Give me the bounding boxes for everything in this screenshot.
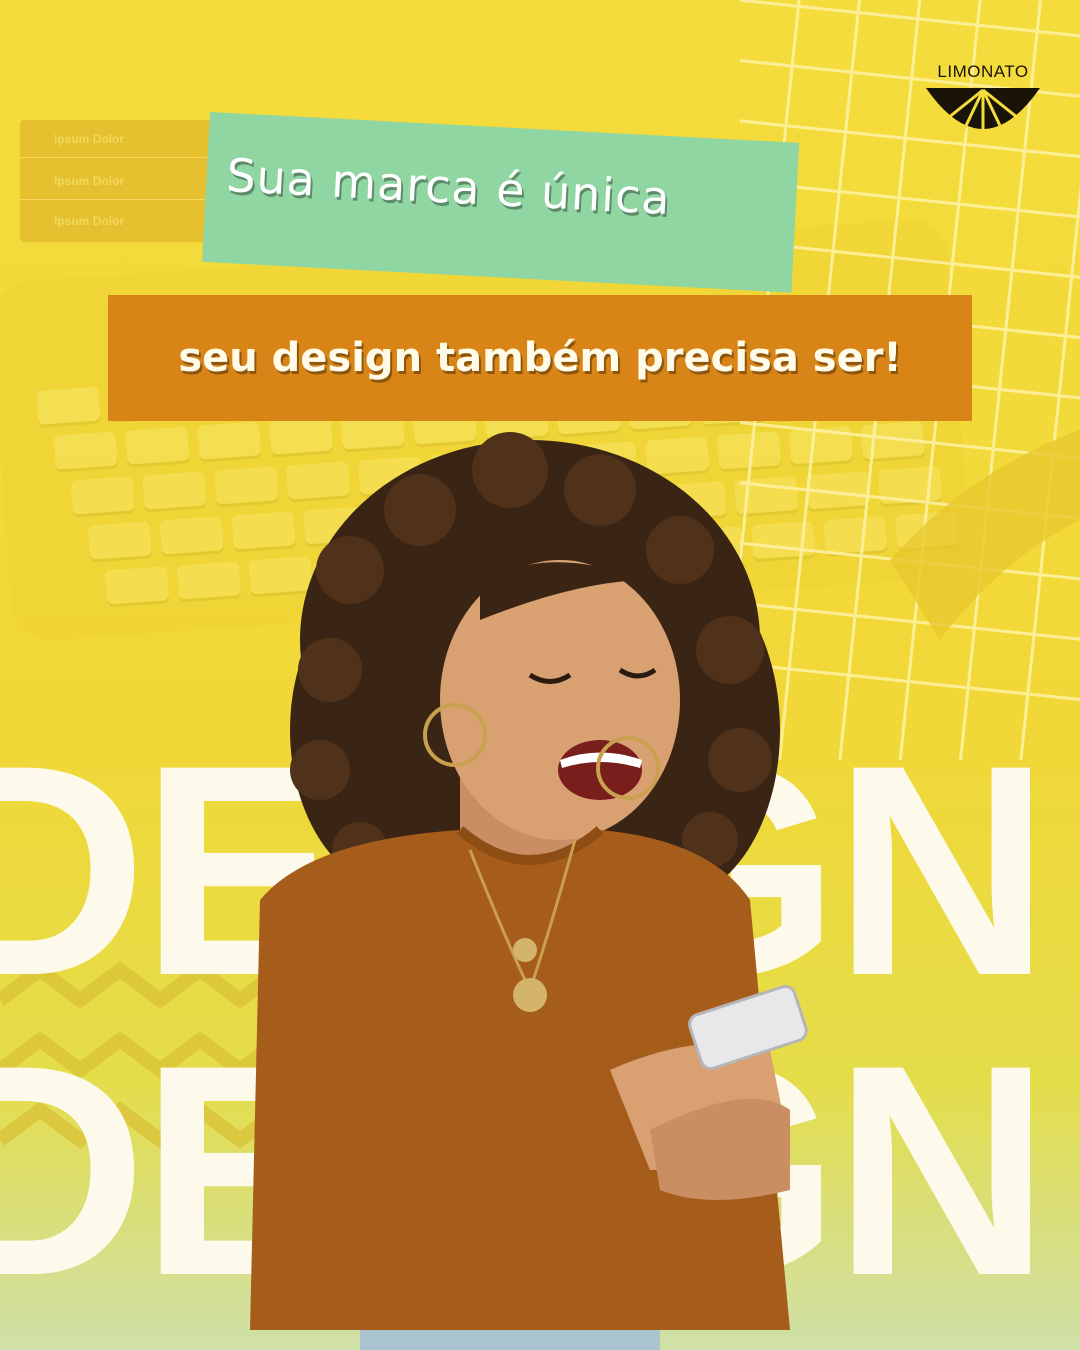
panel-row: Ipsum Dolor	[54, 214, 125, 228]
keyboard-key	[36, 386, 101, 425]
panel-row: Ipsum Dolor	[20, 162, 220, 200]
poster-canvas: Ipsum Dolor Ipsum Dolor Ipsum Dolor DESI…	[0, 0, 1080, 1350]
keyboard-key	[104, 566, 170, 605]
keyboard-key	[142, 471, 207, 510]
headline-secondary: seu design também precisa ser!	[178, 335, 902, 381]
brand-name: LIMONATO	[937, 62, 1029, 81]
photo-woman-with-phone	[250, 432, 808, 1350]
keyboard-key	[70, 476, 135, 515]
panel-row: Ipsum Dolor	[20, 120, 220, 158]
keyboard-key	[125, 426, 190, 465]
keyboard-key	[53, 431, 118, 470]
decorative-panel: Ipsum Dolor Ipsum Dolor Ipsum Dolor	[20, 120, 220, 242]
keyboard-key	[159, 516, 224, 555]
keyboard-key	[87, 521, 152, 560]
